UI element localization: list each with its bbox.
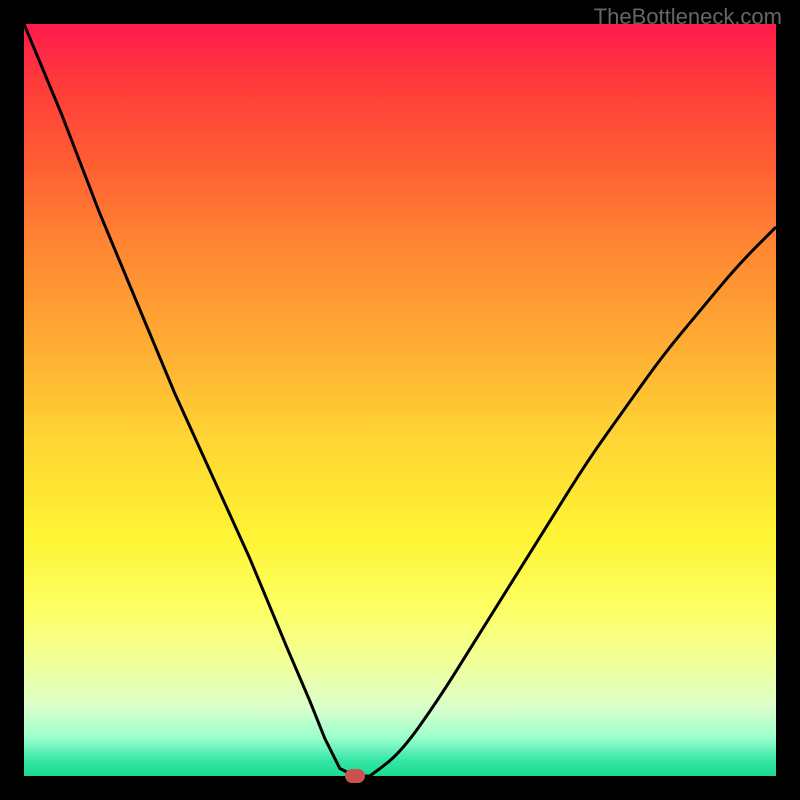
bottleneck-curve xyxy=(24,24,776,776)
bottleneck-marker xyxy=(345,769,365,783)
watermark-text: TheBottleneck.com xyxy=(594,4,782,30)
